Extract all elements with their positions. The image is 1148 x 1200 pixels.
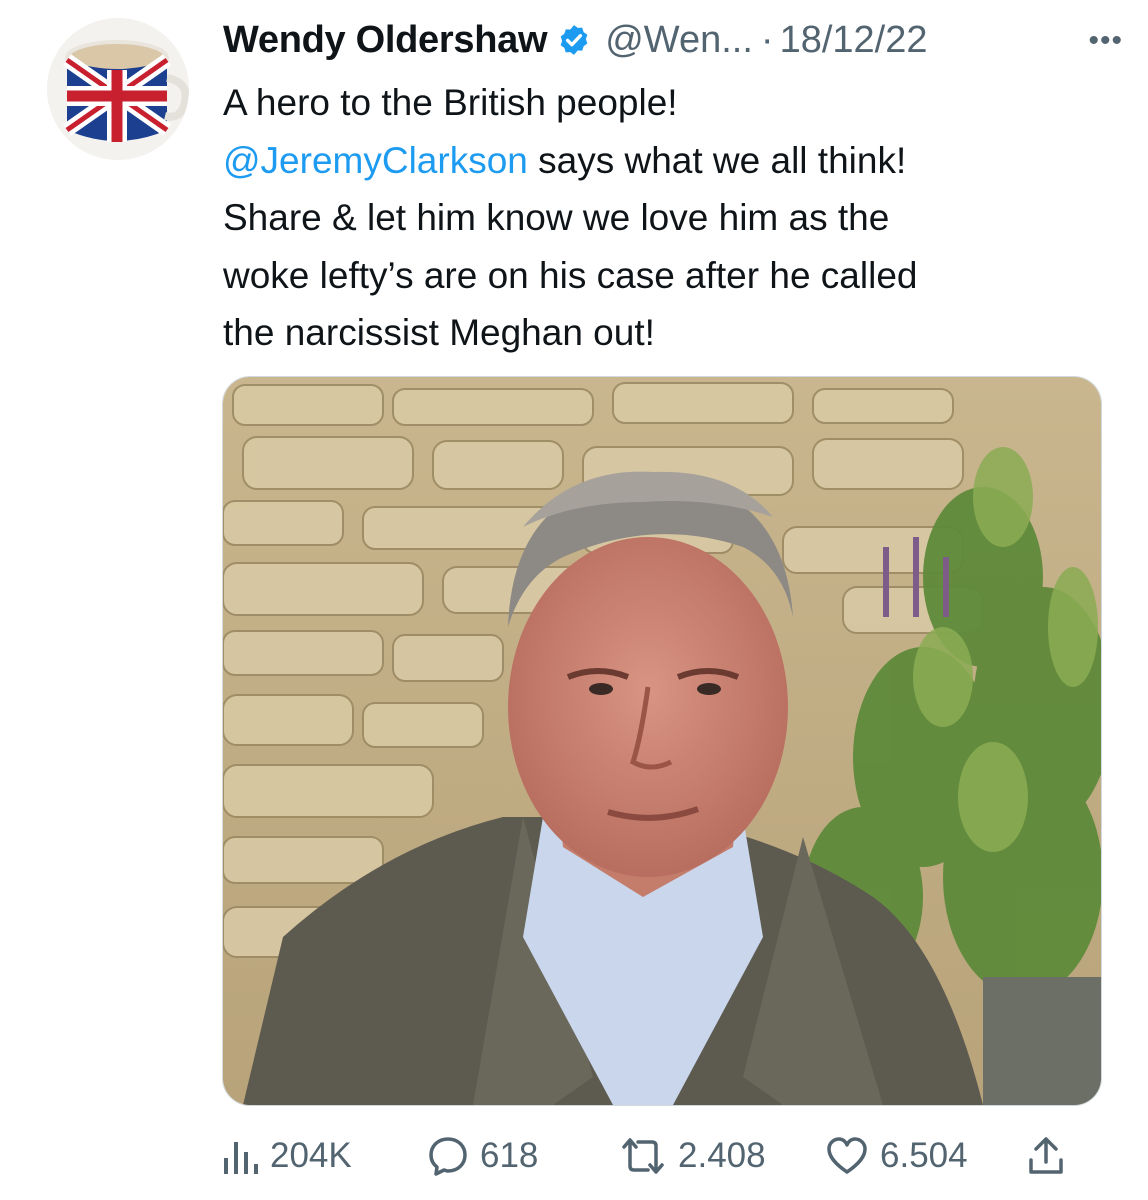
tweet-text-line: Share & let him know we love him as the xyxy=(223,197,890,238)
views-button[interactable]: 204K xyxy=(222,1128,352,1184)
retweet-button[interactable]: 2.408 xyxy=(620,1128,766,1184)
separator-dot: · xyxy=(760,18,774,61)
verified-badge-icon xyxy=(560,25,588,55)
tweet-text-line: woke lefty’s are on his case after he ca… xyxy=(223,254,918,296)
tweet-actions: 204K 618 2.408 6.504 xyxy=(222,1128,1102,1184)
tweet-photo[interactable] xyxy=(222,376,1102,1106)
more-options-icon[interactable]: ••• xyxy=(1088,24,1123,58)
avatar[interactable] xyxy=(47,18,189,160)
speech-bubble-icon xyxy=(429,1137,467,1176)
tweet-date[interactable]: 18/12/22 xyxy=(780,19,928,62)
retweet-arrows-icon xyxy=(622,1138,664,1174)
union-jack-mug-image xyxy=(47,18,189,160)
tweet-text-line: @JeremyClarkson says what we all think! xyxy=(223,132,1103,190)
retweet-count: 2.408 xyxy=(678,1136,766,1175)
like-button[interactable]: 6.504 xyxy=(826,1128,968,1184)
heart-icon xyxy=(827,1137,867,1174)
share-button[interactable] xyxy=(1028,1128,1076,1184)
like-count: 6.504 xyxy=(880,1136,968,1175)
share-upload-icon xyxy=(1029,1137,1063,1174)
portrait-photo xyxy=(223,377,1101,1105)
tweet-header: Wendy Oldershaw @Wen... · 18/12/22 ••• xyxy=(223,12,1123,68)
reply-button[interactable]: 618 xyxy=(428,1128,538,1184)
mention-link[interactable]: @JeremyClarkson xyxy=(223,140,528,181)
tweet-text-line: the narcissist Meghan out! xyxy=(223,312,655,353)
author-handle[interactable]: @Wen... xyxy=(605,19,753,62)
tweet-text: A hero to the British people! @JeremyCla… xyxy=(223,74,1103,362)
author-name[interactable]: Wendy Oldershaw xyxy=(223,19,548,62)
bar-chart-icon xyxy=(224,1142,258,1174)
views-count: 204K xyxy=(270,1136,352,1175)
tweet-text-line: A hero to the British people! xyxy=(223,82,678,123)
reply-count: 618 xyxy=(480,1136,539,1175)
tweet-text-fragment: says what we all think! xyxy=(527,139,907,181)
